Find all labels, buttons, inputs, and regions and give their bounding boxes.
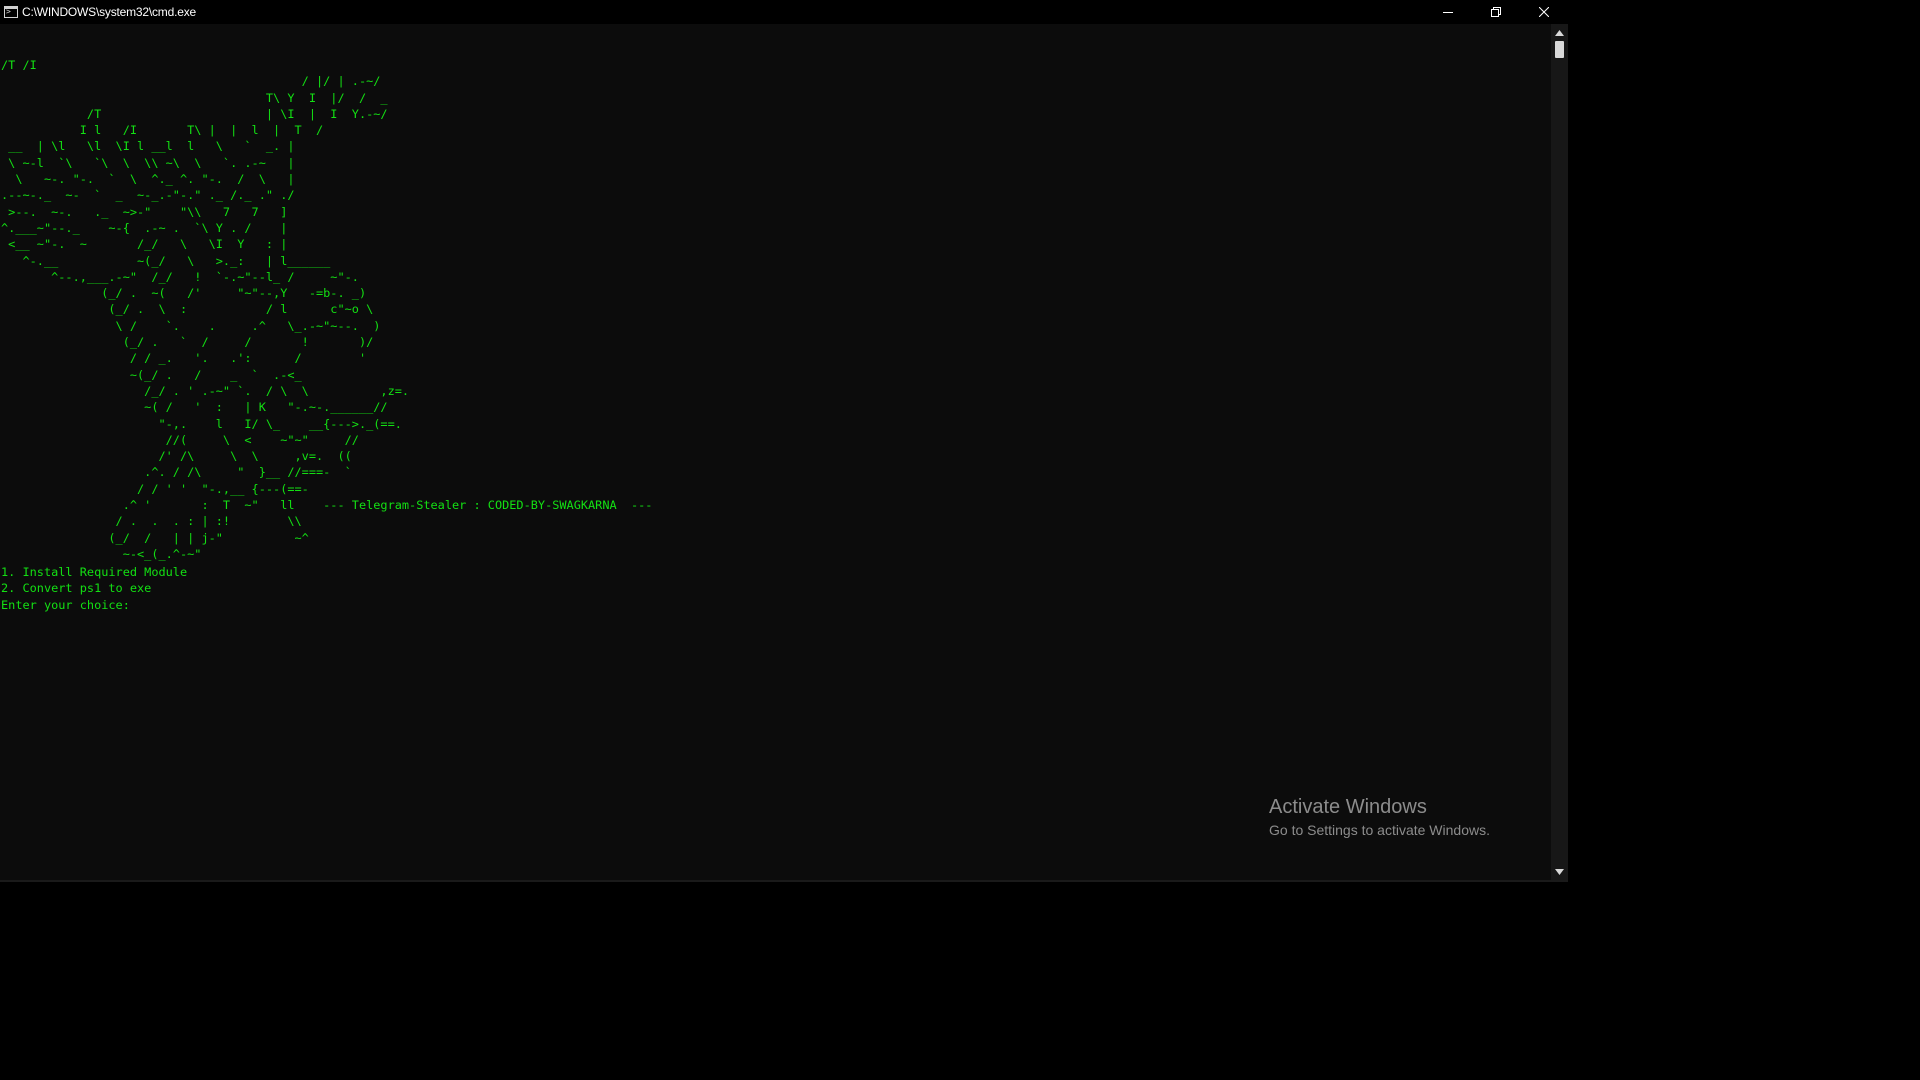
watermark-title: Activate Windows bbox=[1269, 796, 1427, 818]
input-prompt[interactable]: Enter your choice: bbox=[1, 597, 137, 613]
activate-windows-watermark: Activate Windows Go to Settings to activ… bbox=[1269, 795, 1490, 840]
watermark-subtitle: Go to Settings to activate Windows. bbox=[1269, 822, 1490, 838]
restore-icon bbox=[1491, 7, 1501, 17]
close-button[interactable] bbox=[1520, 0, 1568, 24]
cmd-window: C:\WINDOWS\system32\cmd.exe bbox=[0, 0, 1568, 882]
minimize-button[interactable] bbox=[1424, 0, 1472, 24]
scroll-up-arrow-icon bbox=[1555, 29, 1564, 36]
scroll-up-button[interactable] bbox=[1551, 24, 1568, 41]
title-bar[interactable]: C:\WINDOWS\system32\cmd.exe bbox=[0, 0, 1568, 24]
cmd-icon[interactable] bbox=[4, 6, 18, 18]
vertical-scrollbar[interactable] bbox=[1551, 24, 1568, 880]
scroll-down-button[interactable] bbox=[1551, 863, 1568, 880]
menu-option-convert: 2. Convert ps1 to exe bbox=[1, 581, 152, 596]
ascii-art-banner: /T /I / |/ | .-~/ T\ Y I |/ / _ /T | \I … bbox=[1, 58, 653, 561]
menu-option-install: 1. Install Required Module bbox=[1, 565, 188, 579]
scrollbar-thumb[interactable] bbox=[1555, 41, 1564, 58]
minimize-icon bbox=[1443, 12, 1453, 13]
window-title: C:\WINDOWS\system32\cmd.exe bbox=[22, 5, 196, 19]
window-bottom-border bbox=[0, 880, 1568, 882]
restore-button[interactable] bbox=[1472, 0, 1520, 24]
window-controls bbox=[1424, 0, 1568, 24]
scroll-down-arrow-icon bbox=[1555, 868, 1564, 875]
close-icon bbox=[1539, 7, 1549, 17]
console-area[interactable]: /T /I / |/ | .-~/ T\ Y I |/ / _ /T | \I … bbox=[0, 24, 1551, 880]
